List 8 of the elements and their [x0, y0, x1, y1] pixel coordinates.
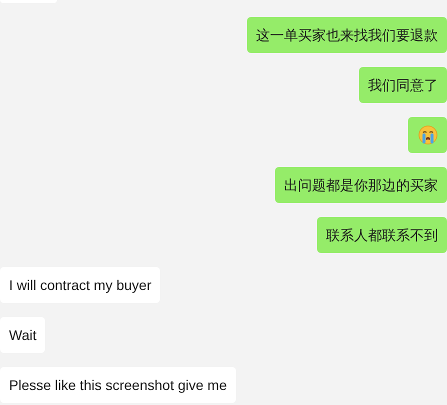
message-bubble: 我们同意了	[359, 67, 447, 103]
message-bubble: 这一单买家也来找我们要退款	[247, 17, 447, 53]
message-bubble: I will contract my buyer	[0, 267, 160, 303]
message-bubble: Wait	[0, 317, 46, 353]
message-bubble: 联系人都联系不到	[317, 217, 447, 253]
crying-face-icon	[418, 125, 438, 145]
message-bubble: 出问题都是你那边的买家	[275, 167, 447, 203]
message-bubble: Plesse like this screenshot give me	[0, 367, 236, 403]
